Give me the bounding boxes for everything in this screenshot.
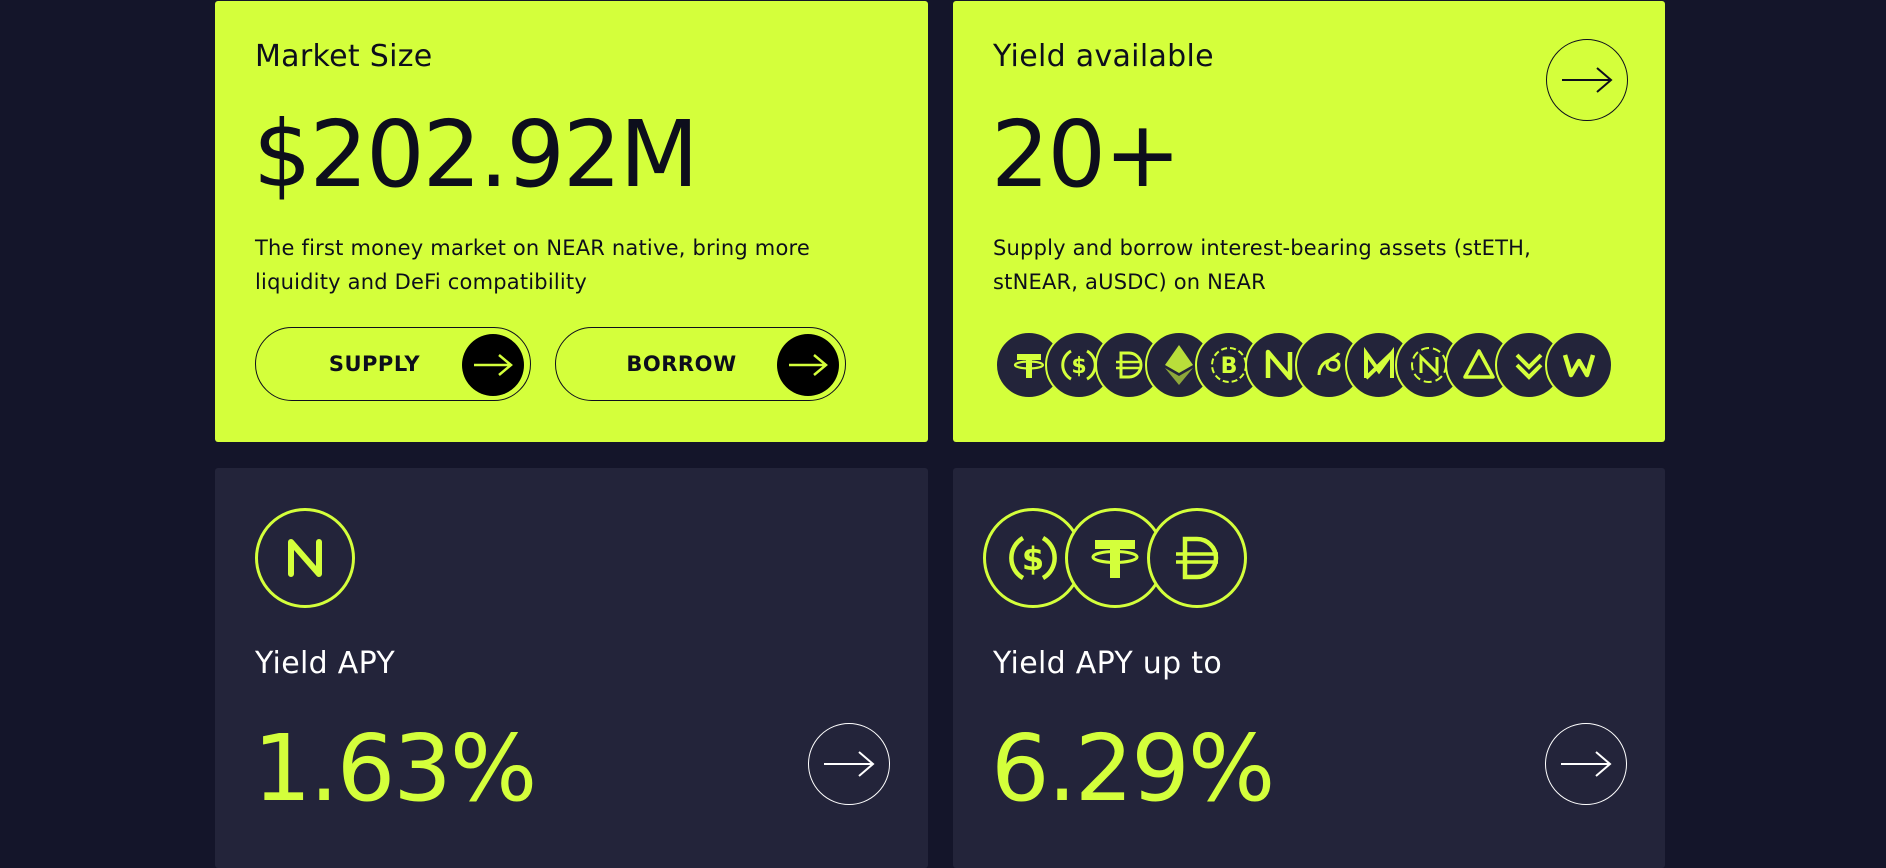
stablecoin-logos: $: [983, 508, 1253, 608]
yield-apy-value: 1.63%: [253, 715, 537, 822]
yield-apy-up-to-label: Yield APY up to: [993, 646, 1222, 681]
yield-apy-stable-card: $ Yield APY up to 6.29%: [953, 468, 1665, 868]
yield-available-title: Yield available: [993, 39, 1214, 74]
yield-available-description: Supply and borrow interest-bearing asset…: [993, 236, 1532, 294]
market-size-card: Market Size $202.92M The first money mar…: [215, 1, 928, 442]
supply-label: SUPPLY: [328, 352, 421, 376]
arrow-right-icon: [462, 334, 524, 396]
market-size-title: Market Size: [255, 39, 433, 74]
token-icons-row: $ B: [995, 331, 1625, 401]
yield-apy-label: Yield APY: [255, 646, 395, 681]
yield-apy-near-card: Yield APY 1.63%: [215, 468, 928, 868]
yield-apy-up-to-value: 6.29%: [991, 715, 1275, 822]
dai-icon: [1147, 508, 1247, 608]
near-icon: [255, 508, 355, 608]
svg-text:$: $: [1071, 354, 1086, 379]
yield-arrow-button[interactable]: [1546, 39, 1628, 121]
supply-button[interactable]: SUPPLY: [255, 327, 531, 401]
borrow-button[interactable]: BORROW: [555, 327, 846, 401]
yield-apy-up-to-arrow-button[interactable]: [1545, 723, 1627, 805]
yield-apy-arrow-button[interactable]: [808, 723, 890, 805]
market-size-value: $202.92M: [253, 101, 699, 208]
borrow-label: BORROW: [626, 352, 737, 376]
market-size-description: The first money market on NEAR native, b…: [255, 236, 810, 294]
yield-available-card: Yield available 20+ Supply and borrow in…: [953, 1, 1665, 442]
svg-text:$: $: [1022, 540, 1044, 578]
woo-icon: [1545, 331, 1613, 399]
arrow-right-icon: [777, 334, 839, 396]
yield-available-value: 20+: [991, 101, 1181, 208]
svg-text:B: B: [1221, 354, 1238, 379]
